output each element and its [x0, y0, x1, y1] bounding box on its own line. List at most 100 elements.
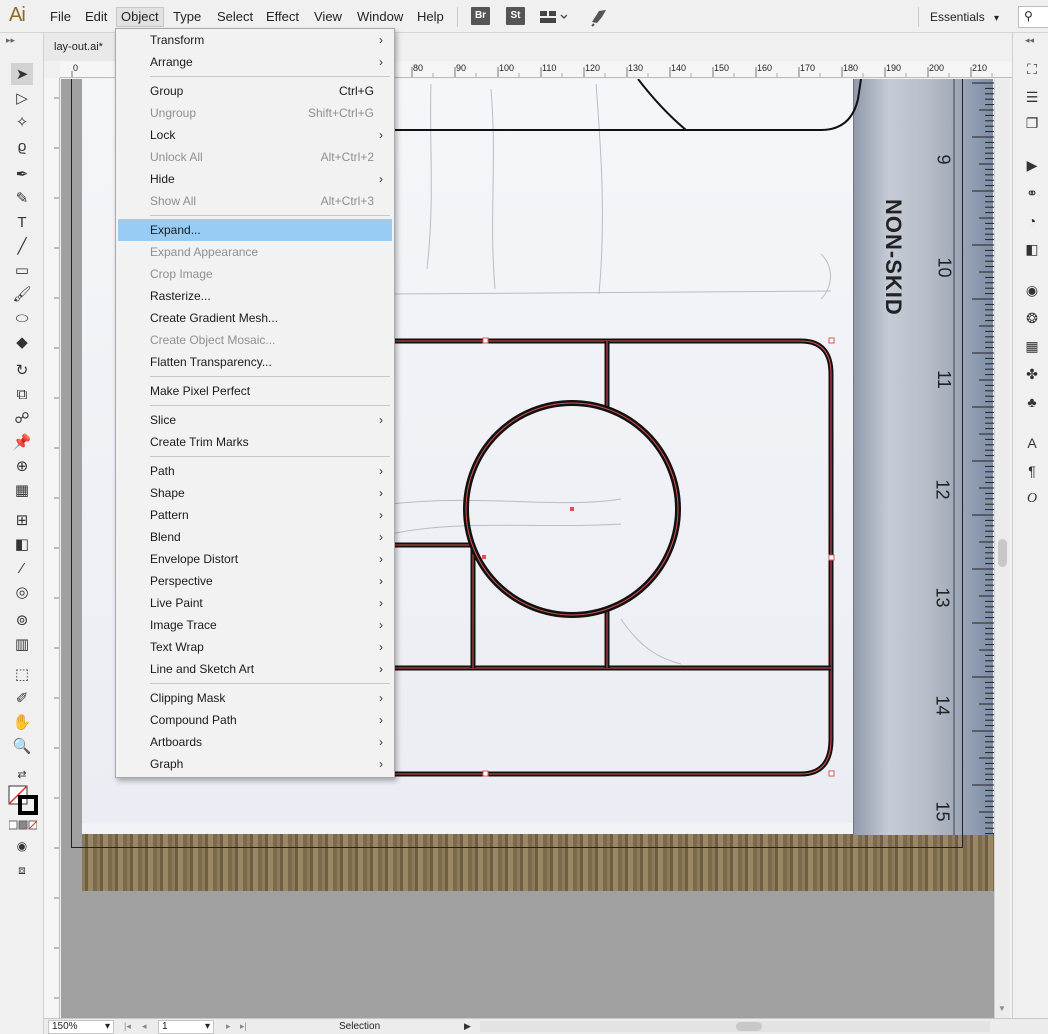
fill-stroke-swatch[interactable]	[8, 785, 38, 815]
artboard-number-select[interactable]: 1 ▾	[158, 1020, 214, 1034]
magic-wand-tool-icon[interactable]: ✧	[11, 111, 33, 133]
next-artboard-icon[interactable]: ▸	[226, 1020, 231, 1033]
zoom-level-select[interactable]: 150% ▾	[48, 1020, 114, 1034]
menu-hide[interactable]: Hide ›	[118, 168, 392, 190]
paragraph-panel-icon[interactable]: ¶	[1022, 461, 1042, 481]
menu-expand[interactable]: Expand...	[118, 219, 392, 241]
menu-graph[interactable]: Graph ›	[118, 753, 392, 775]
menu-edit[interactable]: Edit	[81, 7, 111, 27]
rectangle-tool-icon[interactable]: ▭	[11, 259, 33, 281]
transform-panel-icon[interactable]: ⛶	[1022, 59, 1042, 79]
search-help-input[interactable]: ⚲	[1018, 6, 1048, 28]
menu-slice[interactable]: Slice ›	[118, 409, 392, 431]
lasso-tool-icon[interactable]: ϱ	[11, 135, 33, 157]
symbol-sprayer-tool-icon[interactable]: ⊚	[11, 609, 33, 631]
transparency-panel-icon[interactable]: ◔	[1022, 211, 1042, 231]
menu-arrange[interactable]: Arrange ›	[118, 51, 392, 73]
slice-tool-icon[interactable]: ✐	[11, 687, 33, 709]
menu-path[interactable]: Path ›	[118, 460, 392, 482]
blend-tool-icon[interactable]: ◎	[11, 581, 33, 603]
menu-object[interactable]: Object	[116, 7, 164, 27]
actions-panel-icon[interactable]: ▶	[1022, 155, 1042, 175]
type-tool-icon[interactable]: T	[11, 211, 33, 233]
screen-mode-icon[interactable]: ⧈	[11, 859, 33, 881]
menu-transform[interactable]: Transform ›	[118, 29, 392, 51]
pen-tool-icon[interactable]: ✒	[11, 163, 33, 185]
menu-image-trace[interactable]: Image Trace ›	[118, 614, 392, 636]
last-artboard-icon[interactable]: ▸|	[240, 1020, 247, 1033]
line-segment-tool-icon[interactable]: ╱	[11, 235, 33, 257]
menu-shape[interactable]: Shape ›	[118, 482, 392, 504]
top-rounded-shape[interactable]	[395, 79, 862, 131]
vertical-scrollbar[interactable]: ▼	[994, 79, 1009, 1018]
menu-pattern[interactable]: Pattern ›	[118, 504, 392, 526]
menu-file[interactable]: File	[46, 7, 75, 27]
eyedropper-tool-icon[interactable]: ⁄	[11, 557, 33, 579]
perspective-grid-tool-icon[interactable]: ▦	[11, 479, 33, 501]
menu-flatten-transparency[interactable]: Flatten Transparency...	[118, 351, 392, 373]
menu-perspective[interactable]: Perspective ›	[118, 570, 392, 592]
menu-artboards[interactable]: Artboards ›	[118, 731, 392, 753]
menu-select[interactable]: Select	[213, 7, 257, 27]
menu-view[interactable]: View	[310, 7, 346, 27]
expand-panels-icon[interactable]: ◂◂	[1025, 35, 1034, 46]
shape-builder-tool-icon[interactable]: ⊕	[11, 455, 33, 477]
menu-line-and-sketch-art[interactable]: Line and Sketch Art ›	[118, 658, 392, 680]
horizontal-scroll-thumb[interactable]	[736, 1022, 762, 1031]
menu-rasterize[interactable]: Rasterize...	[118, 285, 392, 307]
menu-create-gradient-mesh[interactable]: Create Gradient Mesh...	[118, 307, 392, 329]
opentype-panel-icon[interactable]: O	[1022, 489, 1042, 509]
symbols-panel-icon[interactable]: ♣	[1022, 392, 1042, 412]
menu-create-trim-marks[interactable]: Create Trim Marks	[118, 431, 392, 453]
swap-fill-stroke-icon[interactable]: ⇄	[11, 763, 33, 785]
menu-compound-path[interactable]: Compound Path ›	[118, 709, 392, 731]
menu-group[interactable]: Group Ctrl+G	[118, 80, 392, 102]
bridge-button[interactable]: Br	[471, 7, 490, 25]
eraser-tool-icon[interactable]: ◆	[11, 331, 33, 353]
previous-artboard-icon[interactable]: ◂	[142, 1020, 147, 1033]
shaper-tool-icon[interactable]: ⬭	[11, 307, 33, 329]
scale-tool-icon[interactable]: ⧉	[11, 383, 33, 405]
gradient-panel-icon[interactable]: ◧	[1022, 239, 1042, 259]
pathfinder-panel-icon[interactable]: ❐	[1022, 113, 1042, 133]
character-panel-icon[interactable]: A	[1022, 433, 1042, 453]
menu-blend[interactable]: Blend ›	[118, 526, 392, 548]
gradient-tool-icon[interactable]: ◧	[11, 533, 33, 555]
menu-live-paint[interactable]: Live Paint ›	[118, 592, 392, 614]
artboard-tool-icon[interactable]: ⬚	[11, 663, 33, 685]
status-menu-icon[interactable]: ▶	[464, 1020, 471, 1033]
align-panel-icon[interactable]: ☰	[1022, 87, 1042, 107]
links-panel-icon[interactable]: ⚭	[1022, 183, 1042, 203]
puppet-warp-tool-icon[interactable]: 📌	[11, 431, 33, 453]
column-graph-tool-icon[interactable]: ▥	[11, 633, 33, 655]
menu-make-pixel-perfect[interactable]: Make Pixel Perfect	[118, 380, 392, 402]
menu-window[interactable]: Window	[353, 7, 407, 27]
swatches-panel-icon[interactable]: ▦	[1022, 336, 1042, 356]
collapse-panel-icon[interactable]: ▸▸	[6, 35, 15, 46]
color-guide-icon[interactable]: ❂	[1022, 308, 1042, 328]
workspace-switcher[interactable]: Essentials ▾	[930, 7, 999, 27]
paintbrush-tool-icon[interactable]: 🖌	[11, 283, 33, 305]
direct-selection-tool-icon[interactable]: ▷	[11, 87, 33, 109]
curvature-tool-icon[interactable]: ✎	[11, 187, 33, 209]
vertical-scroll-thumb[interactable]	[998, 539, 1007, 567]
first-artboard-icon[interactable]: |◂	[124, 1020, 131, 1033]
stock-button[interactable]: St	[506, 7, 525, 25]
menu-lock[interactable]: Lock ›	[118, 124, 392, 146]
zoom-tool-icon[interactable]: 🔍	[11, 735, 33, 757]
color-panel-icon[interactable]: ◉	[1022, 280, 1042, 300]
warp-tool-icon[interactable]: ☍	[11, 407, 33, 429]
menu-type[interactable]: Type	[169, 7, 205, 27]
rotate-tool-icon[interactable]: ↻	[11, 359, 33, 381]
menu-envelope-distort[interactable]: Envelope Distort ›	[118, 548, 392, 570]
scroll-down-icon[interactable]: ▼	[998, 1004, 1006, 1013]
menu-help[interactable]: Help	[413, 7, 448, 27]
menu-text-wrap[interactable]: Text Wrap ›	[118, 636, 392, 658]
horizontal-scrollbar[interactable]	[480, 1021, 990, 1032]
menu-effect[interactable]: Effect	[262, 7, 303, 27]
arrange-documents-icon[interactable]	[539, 8, 568, 26]
drawing-mode-icon[interactable]: ◉	[11, 835, 33, 857]
brushes-panel-icon[interactable]: ✤	[1022, 364, 1042, 384]
color-mode-icons[interactable]	[8, 819, 38, 831]
mesh-tool-icon[interactable]: ⊞	[11, 509, 33, 531]
